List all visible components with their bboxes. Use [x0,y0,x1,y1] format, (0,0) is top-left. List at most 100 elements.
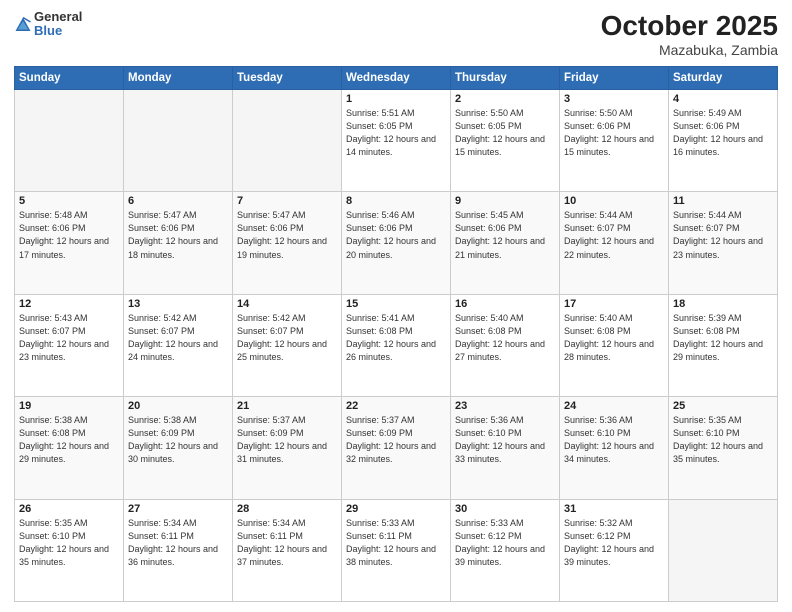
week-row-4: 19 Sunrise: 5:38 AM Sunset: 6:08 PM Dayli… [15,397,778,499]
day-number: 13 [128,298,228,310]
location-subtitle: Mazabuka, Zambia [601,42,778,58]
logo-text: General Blue [34,10,82,39]
day-number: 17 [564,298,664,310]
day-info: Sunrise: 5:51 AM Sunset: 6:05 PM Dayligh… [346,107,446,159]
day-info: Sunrise: 5:37 AM Sunset: 6:09 PM Dayligh… [237,414,337,466]
day-info: Sunrise: 5:50 AM Sunset: 6:06 PM Dayligh… [564,107,664,159]
day-number: 3 [564,93,664,105]
col-sunday: Sunday [15,67,124,90]
day-number: 5 [19,195,119,207]
header: General Blue October 2025 Mazabuka, Zamb… [14,10,778,58]
calendar-cell: 23Sunrise: 5:36 AM Sunset: 6:10 PM Dayli… [451,397,560,499]
calendar-cell: 14 Sunrise: 5:42 AM Sunset: 6:07 PM Dayli… [233,294,342,396]
day-number: 20 [128,400,228,412]
day-number: 26 [19,503,119,515]
calendar-cell: 24 Sunrise: 5:36 AM Sunset: 6:10 PM Dayli… [560,397,669,499]
calendar-cell: 30 Sunrise: 5:33 AM Sunset: 6:12 PM Dayli… [451,499,560,601]
title-block: October 2025 Mazabuka, Zambia [601,10,778,58]
col-friday: Friday [560,67,669,90]
calendar-cell: 13Sunrise: 5:42 AM Sunset: 6:07 PM Dayli… [124,294,233,396]
calendar-cell: 15 Sunrise: 5:41 AM Sunset: 6:08 PM Dayli… [342,294,451,396]
calendar-page: General Blue October 2025 Mazabuka, Zamb… [0,0,792,612]
calendar-cell [669,499,778,601]
calendar-cell [15,90,124,192]
calendar-cell: 20 Sunrise: 5:38 AM Sunset: 6:09 PM Dayli… [124,397,233,499]
day-number: 21 [237,400,337,412]
day-number: 25 [673,400,773,412]
day-info: Sunrise: 5:40 AM Sunset: 6:08 PM Dayligh… [564,312,664,364]
day-info: Sunrise: 5:36 AM Sunset: 6:10 PM Dayligh… [564,414,664,466]
day-info: Sunrise: 5:34 AM Sunset: 6:11 PM Dayligh… [128,517,228,569]
day-info: Sunrise: 5:49 AM Sunset: 6:06 PM Dayligh… [673,107,773,159]
calendar-cell: 4 Sunrise: 5:49 AM Sunset: 6:06 PM Daylig… [669,90,778,192]
calendar-cell [124,90,233,192]
day-number: 19 [19,400,119,412]
day-number: 7 [237,195,337,207]
day-info: Sunrise: 5:34 AM Sunset: 6:11 PM Dayligh… [237,517,337,569]
calendar-cell: 11 Sunrise: 5:44 AM Sunset: 6:07 PM Dayli… [669,192,778,294]
calendar-cell: 27 Sunrise: 5:34 AM Sunset: 6:11 PM Dayli… [124,499,233,601]
day-info: Sunrise: 5:44 AM Sunset: 6:07 PM Dayligh… [673,209,773,261]
calendar-cell: 7 Sunrise: 5:47 AM Sunset: 6:06 PM Daylig… [233,192,342,294]
day-number: 1 [346,93,446,105]
day-number: 2 [455,93,555,105]
logo-icon [14,16,32,34]
calendar-cell: 31 Sunrise: 5:32 AM Sunset: 6:12 PM Dayli… [560,499,669,601]
calendar-cell: 18Sunrise: 5:39 AM Sunset: 6:08 PM Dayli… [669,294,778,396]
day-info: Sunrise: 5:38 AM Sunset: 6:09 PM Dayligh… [128,414,228,466]
calendar-cell: 21 Sunrise: 5:37 AM Sunset: 6:09 PM Dayli… [233,397,342,499]
logo-general: General [34,10,82,24]
calendar-cell: 29Sunrise: 5:33 AM Sunset: 6:11 PM Dayli… [342,499,451,601]
day-info: Sunrise: 5:38 AM Sunset: 6:08 PM Dayligh… [19,414,119,466]
day-info: Sunrise: 5:45 AM Sunset: 6:06 PM Dayligh… [455,209,555,261]
week-row-1: 1 Sunrise: 5:51 AM Sunset: 6:05 PM Daylig… [15,90,778,192]
calendar-table: Sunday Monday Tuesday Wednesday Thursday… [14,66,778,602]
day-number: 29 [346,503,446,515]
day-number: 24 [564,400,664,412]
day-info: Sunrise: 5:37 AM Sunset: 6:09 PM Dayligh… [346,414,446,466]
day-info: Sunrise: 5:48 AM Sunset: 6:06 PM Dayligh… [19,209,119,261]
day-info: Sunrise: 5:47 AM Sunset: 6:06 PM Dayligh… [237,209,337,261]
col-thursday: Thursday [451,67,560,90]
day-info: Sunrise: 5:42 AM Sunset: 6:07 PM Dayligh… [237,312,337,364]
day-number: 8 [346,195,446,207]
day-number: 31 [564,503,664,515]
calendar-cell: 16 Sunrise: 5:40 AM Sunset: 6:08 PM Dayli… [451,294,560,396]
day-number: 14 [237,298,337,310]
day-info: Sunrise: 5:46 AM Sunset: 6:06 PM Dayligh… [346,209,446,261]
day-number: 6 [128,195,228,207]
day-info: Sunrise: 5:40 AM Sunset: 6:08 PM Dayligh… [455,312,555,364]
col-monday: Monday [124,67,233,90]
day-info: Sunrise: 5:32 AM Sunset: 6:12 PM Dayligh… [564,517,664,569]
week-row-2: 5 Sunrise: 5:48 AM Sunset: 6:06 PM Daylig… [15,192,778,294]
calendar-cell: 22Sunrise: 5:37 AM Sunset: 6:09 PM Dayli… [342,397,451,499]
calendar-cell: 6 Sunrise: 5:47 AM Sunset: 6:06 PM Daylig… [124,192,233,294]
day-number: 30 [455,503,555,515]
day-info: Sunrise: 5:43 AM Sunset: 6:07 PM Dayligh… [19,312,119,364]
day-info: Sunrise: 5:50 AM Sunset: 6:05 PM Dayligh… [455,107,555,159]
day-number: 12 [19,298,119,310]
col-wednesday: Wednesday [342,67,451,90]
week-row-5: 26Sunrise: 5:35 AM Sunset: 6:10 PM Dayli… [15,499,778,601]
calendar-cell: 26Sunrise: 5:35 AM Sunset: 6:10 PM Dayli… [15,499,124,601]
col-tuesday: Tuesday [233,67,342,90]
day-info: Sunrise: 5:36 AM Sunset: 6:10 PM Dayligh… [455,414,555,466]
calendar-cell: 17 Sunrise: 5:40 AM Sunset: 6:08 PM Dayli… [560,294,669,396]
week-row-3: 12 Sunrise: 5:43 AM Sunset: 6:07 PM Dayli… [15,294,778,396]
calendar-cell: 8 Sunrise: 5:46 AM Sunset: 6:06 PM Daylig… [342,192,451,294]
day-number: 15 [346,298,446,310]
day-info: Sunrise: 5:41 AM Sunset: 6:08 PM Dayligh… [346,312,446,364]
day-number: 27 [128,503,228,515]
calendar-cell: 2 Sunrise: 5:50 AM Sunset: 6:05 PM Daylig… [451,90,560,192]
logo: General Blue [14,10,82,39]
day-number: 9 [455,195,555,207]
day-number: 10 [564,195,664,207]
calendar-cell: 1 Sunrise: 5:51 AM Sunset: 6:05 PM Daylig… [342,90,451,192]
day-info: Sunrise: 5:47 AM Sunset: 6:06 PM Dayligh… [128,209,228,261]
day-info: Sunrise: 5:39 AM Sunset: 6:08 PM Dayligh… [673,312,773,364]
day-info: Sunrise: 5:33 AM Sunset: 6:12 PM Dayligh… [455,517,555,569]
day-number: 16 [455,298,555,310]
day-number: 4 [673,93,773,105]
day-number: 11 [673,195,773,207]
col-saturday: Saturday [669,67,778,90]
